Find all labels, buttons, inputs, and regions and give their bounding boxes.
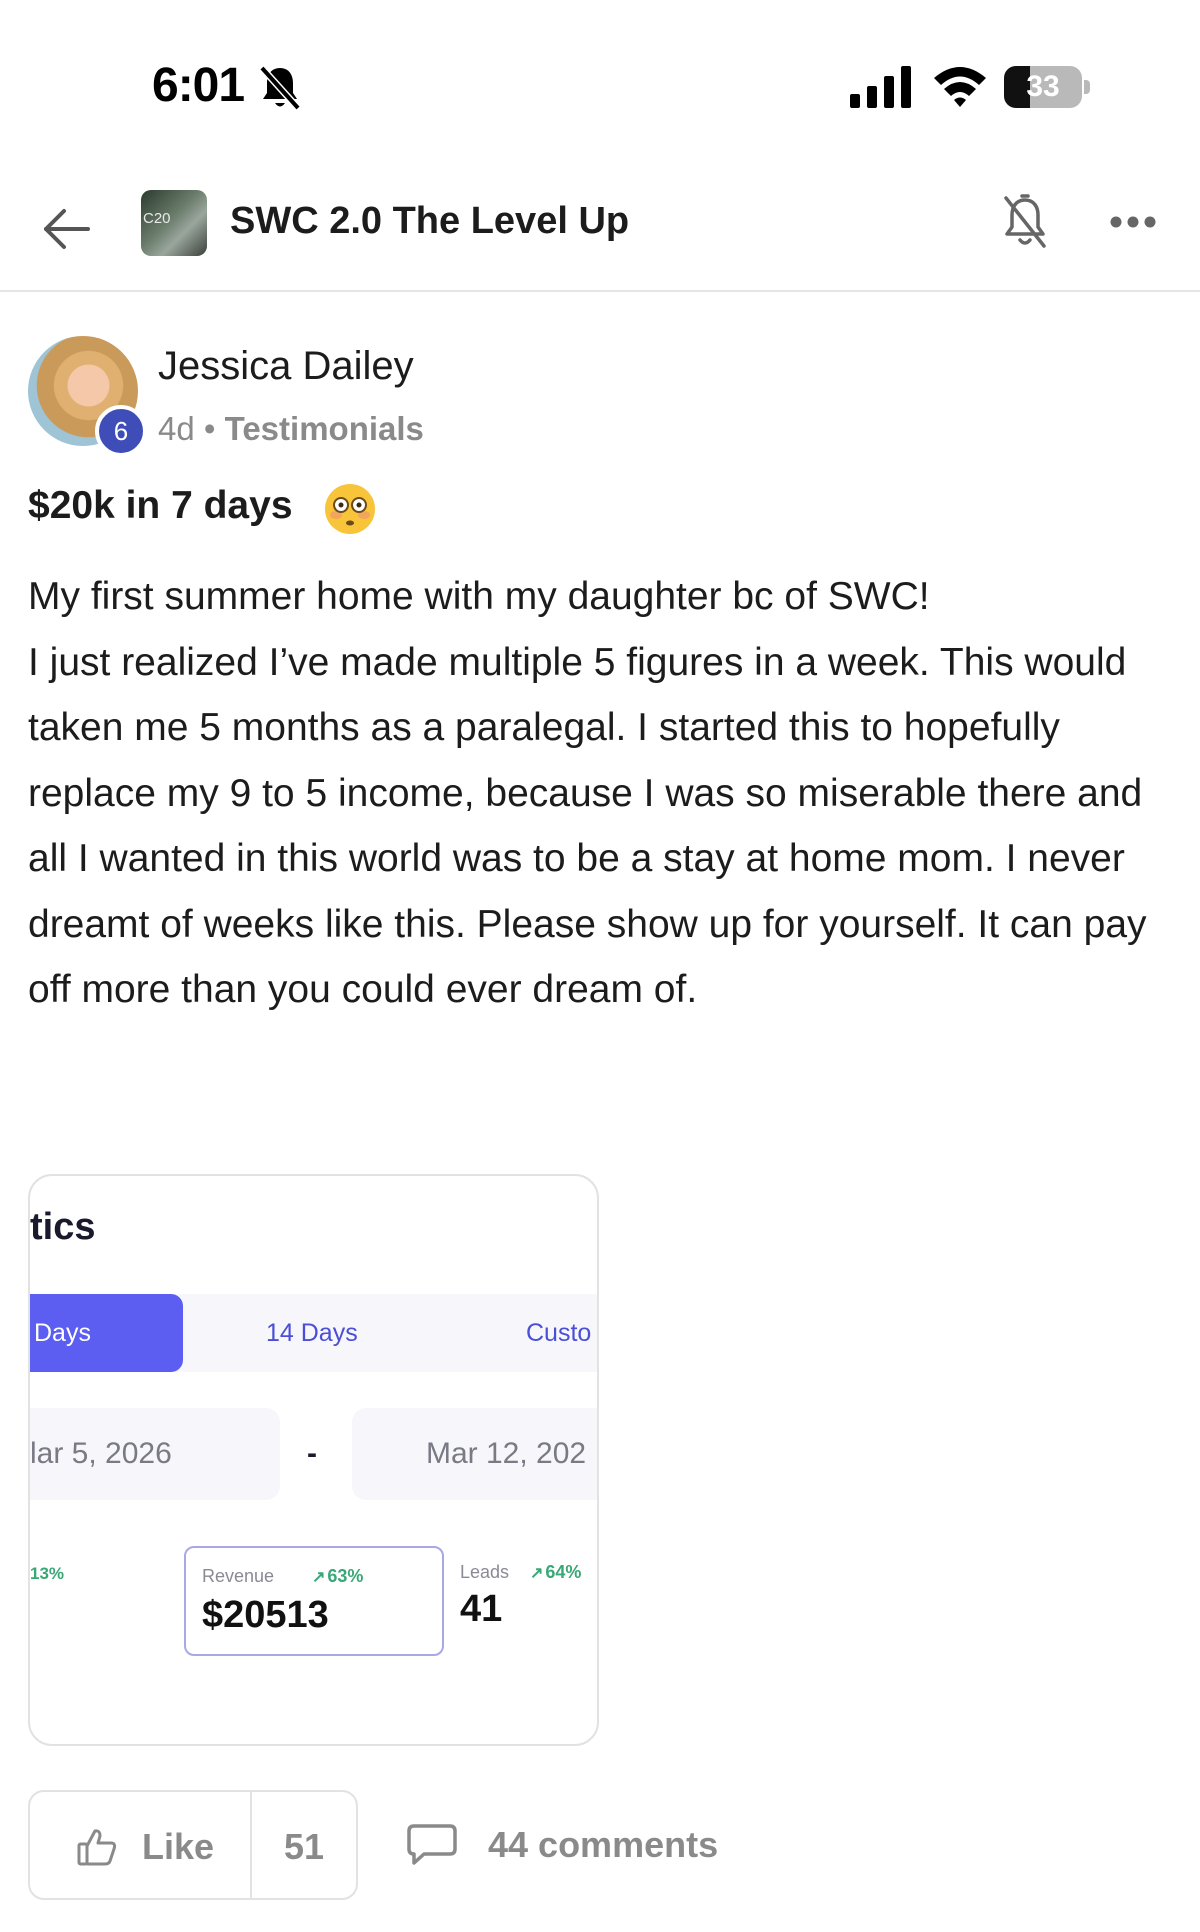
post-category[interactable]: Testimonials	[225, 410, 424, 447]
wifi-icon	[934, 67, 986, 107]
group-avatar[interactable]: C20	[141, 190, 207, 256]
leads-value: 41	[460, 1588, 503, 1630]
post-age: 4d	[158, 410, 195, 447]
comments-button[interactable]: 44 comments	[406, 1820, 736, 1872]
revenue-card: Revenue ↗ 63% $20513	[184, 1546, 444, 1656]
battery-icon: 33	[1004, 66, 1090, 108]
like-count[interactable]: 51	[284, 1826, 324, 1868]
attachment-tab-custom: Custo	[526, 1319, 592, 1347]
bell-icon[interactable]	[1000, 192, 1050, 252]
trend-up-icon: ↗	[530, 1565, 544, 1582]
bell-slash-icon	[259, 65, 301, 111]
more-icon[interactable]	[1108, 210, 1158, 234]
revenue-value: $20513	[202, 1594, 329, 1636]
post-body: My first summer home with my daughter bc…	[28, 575, 1147, 1011]
leads-pct: 64%	[545, 1562, 582, 1582]
post-title: $20k in 7 days	[28, 484, 293, 527]
like-group: Like 51	[28, 1790, 358, 1900]
status-bar: 6:01 33	[0, 0, 1200, 140]
battery-body: 33	[1004, 66, 1082, 108]
group-header: C20 SWC 2.0 The Level Up	[0, 170, 1200, 292]
status-time: 6:01	[152, 59, 245, 112]
leads-change: ↗ 64%	[530, 1562, 581, 1583]
like-label: Like	[142, 1826, 215, 1867]
group-title[interactable]: SWC 2.0 The Level Up	[230, 200, 629, 243]
attachment-tab-days: Days	[30, 1294, 183, 1372]
attachment-left-pct: 13%	[30, 1564, 65, 1583]
trend-up-icon: ↗	[312, 1569, 326, 1586]
revenue-label: Revenue	[202, 1566, 275, 1586]
revenue-pct: 63%	[327, 1566, 364, 1586]
signal-icon	[850, 66, 911, 108]
attached-image[interactable]: tics Days 14 Days Custo lar 5, 2026 - Ma…	[28, 1174, 599, 1746]
level-badge: 6	[95, 405, 147, 457]
thumbs-up-icon	[77, 1829, 117, 1866]
comments-label: 44 comments	[488, 1824, 719, 1865]
author-name[interactable]: Jessica Dailey	[158, 344, 414, 389]
group-avatar-text: C20	[143, 210, 171, 227]
flushed-face-emoji	[325, 484, 375, 534]
back-arrow-icon[interactable]	[38, 200, 96, 258]
like-divider	[250, 1792, 252, 1898]
attachment-date-separator: -	[307, 1437, 317, 1470]
attachment-title: tics	[30, 1206, 96, 1248]
revenue-change: ↗ 63%	[312, 1566, 363, 1587]
battery-level: 33	[1026, 70, 1060, 103]
attachment-date-end: Mar 12, 202	[352, 1408, 597, 1500]
like-button[interactable]: Like	[30, 1792, 250, 1898]
comment-icon	[407, 1824, 457, 1865]
battery-tip	[1084, 80, 1090, 94]
meta-separator: •	[203, 410, 216, 447]
attachment-date-start: lar 5, 2026	[30, 1408, 280, 1500]
attachment-tab-14-days: 14 Days	[266, 1319, 358, 1347]
post-meta: 4d • Testimonials	[158, 410, 424, 448]
leads-label: Leads	[460, 1562, 510, 1582]
